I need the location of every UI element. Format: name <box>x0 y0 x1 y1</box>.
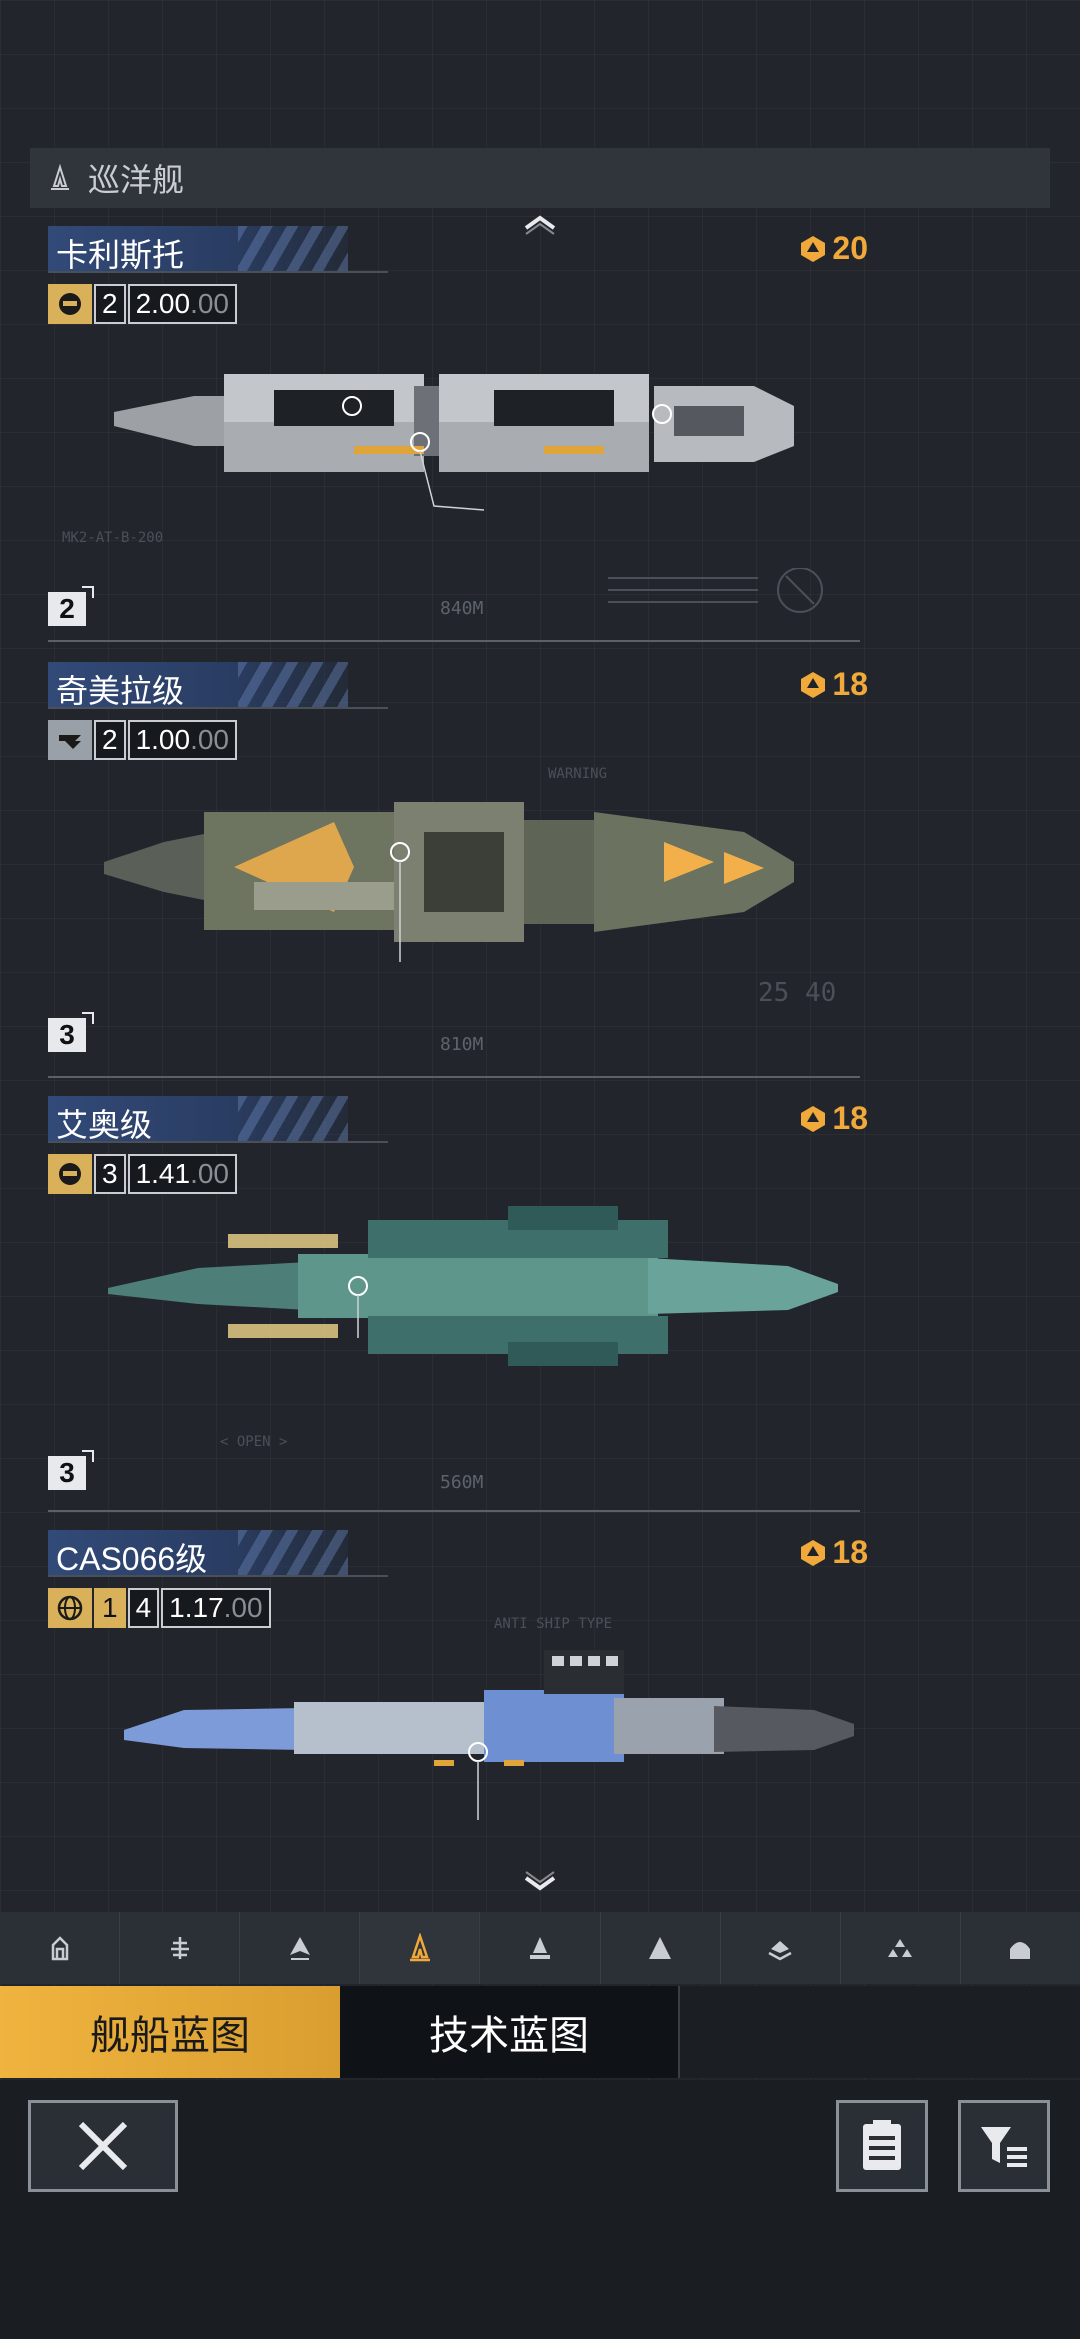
stat-value: 1.41.00 <box>127 1154 238 1194</box>
ship-class-tabs <box>0 1912 1080 1984</box>
ship-image <box>114 374 794 511</box>
filter-button[interactable] <box>958 2100 1050 2192</box>
destroyer-icon <box>170 1937 189 1959</box>
tab-cruiser[interactable] <box>360 1912 481 1984</box>
anti-ship-label: ANTI SHIP TYPE <box>494 1616 613 1632</box>
ship-stats: 2 2.00.00 <box>48 284 238 324</box>
command-point-icon <box>801 1539 826 1566</box>
blueprint-annotation: MK2-AT-B-200 <box>62 530 164 546</box>
ship-name: 卡利斯托 <box>56 237 185 273</box>
fleet-icon <box>888 1939 913 1957</box>
scale-label: 560M <box>440 1472 484 1493</box>
scale-label: 840M <box>440 598 484 619</box>
stat-level: 2 <box>94 720 126 760</box>
command-point-icon <box>801 671 826 698</box>
tab-corvette[interactable] <box>240 1912 361 1984</box>
cost-value: 18 <box>832 666 868 702</box>
warning-label: WARNING <box>548 766 608 782</box>
tab-battleship[interactable] <box>601 1912 721 1984</box>
tab-fleet[interactable] <box>841 1912 961 1984</box>
stat-value: 1.00.00 <box>127 720 238 760</box>
ship-card-io[interactable]: 艾奥级 18 3 1.41.00 < OPEN > 3 560M <box>48 1096 868 1516</box>
ship-card-cas066[interactable]: CAS066级 18 1 4 1.17.00 ANTI SHIP TYPE <box>48 1530 868 1900</box>
tab-ship-blueprint[interactable]: 舰船蓝图 <box>0 1986 340 2078</box>
ship-image <box>108 1206 838 1366</box>
blueprint-number: 25 40 <box>758 978 837 1008</box>
ship-card-chimera[interactable]: 奇美拉级 18 2 1.00.00 WARNING 25 40 3 810M <box>48 662 868 1082</box>
battleship-icon <box>649 1937 672 1959</box>
helmet-faction-icon <box>48 284 92 324</box>
stat-level: 2 <box>94 284 126 324</box>
frigate-icon <box>51 1936 68 1961</box>
ship-cost: 18 <box>798 1100 868 1137</box>
station-icon <box>1010 1942 1031 1959</box>
card-baseline <box>48 640 860 642</box>
ship-image <box>104 802 794 962</box>
clipboard-icon <box>863 2120 901 2170</box>
stat-value: 1.17.00 <box>161 1588 271 1628</box>
scroll-down-icon[interactable] <box>520 1870 560 1894</box>
close-button[interactable] <box>28 2100 178 2192</box>
battlecruiser-icon <box>529 1937 550 1959</box>
filter-icon <box>981 2127 1027 2167</box>
ship-cost: 18 <box>798 666 868 703</box>
open-label: < OPEN > <box>220 1434 288 1450</box>
ship-card-callisto[interactable]: 卡利斯托 20 2 2.00.00 MK2-AT-B-200 2 840M <box>48 226 868 646</box>
command-point-icon <box>801 235 826 262</box>
ship-name: CAS066级 <box>56 1541 208 1577</box>
card-baseline <box>48 1510 860 1512</box>
stat-level: 4 <box>127 1588 160 1628</box>
blueprint-tabs: 舰船蓝图 技术蓝图 <box>0 1986 1080 2078</box>
ship-image <box>124 1650 854 1820</box>
tab-station[interactable] <box>961 1912 1080 1984</box>
cost-value: 18 <box>832 1534 868 1570</box>
tab-frigate[interactable] <box>0 1912 121 1984</box>
globe-faction-icon <box>48 1588 92 1628</box>
bottom-action-bar <box>0 2080 1080 2339</box>
carrier-icon <box>768 1941 792 1961</box>
helmet-faction-icon <box>48 1154 92 1194</box>
cruiser-icon <box>409 1933 430 1962</box>
cost-value: 20 <box>832 230 868 266</box>
ship-stats: 1 4 1.17.00 <box>48 1588 271 1628</box>
section-header: 巡洋舰 <box>30 148 1050 208</box>
ship-cost: 20 <box>798 230 868 267</box>
command-point-icon <box>801 1105 826 1132</box>
tab-destroyer[interactable] <box>120 1912 241 1984</box>
tab-battlecruiser[interactable] <box>480 1912 601 1984</box>
scale-label: 810M <box>440 1034 484 1055</box>
wing-faction-icon <box>48 720 92 760</box>
section-title: 巡洋舰 <box>88 162 185 198</box>
card-baseline <box>48 1076 860 1078</box>
tier-badge: 3 <box>48 1450 94 1490</box>
tab-tech-blueprint[interactable]: 技术蓝图 <box>340 1986 680 2078</box>
clipboard-button[interactable] <box>836 2100 928 2192</box>
tier-badge: 2 <box>48 586 94 626</box>
stat-level: 3 <box>94 1154 126 1194</box>
stat-level-a: 1 <box>94 1588 126 1628</box>
stat-value: 2.00.00 <box>127 284 238 324</box>
blueprint-decoration <box>608 568 823 613</box>
ship-name: 奇美拉级 <box>56 673 185 709</box>
close-icon <box>78 2121 128 2171</box>
tier-badge: 3 <box>48 1012 94 1052</box>
ship-cost: 18 <box>798 1534 868 1571</box>
corvette-icon <box>289 1937 310 1960</box>
cruiser-class-icon <box>51 164 69 190</box>
tab-carrier[interactable] <box>721 1912 841 1984</box>
cost-value: 18 <box>832 1100 868 1136</box>
ship-name: 艾奥级 <box>56 1107 153 1143</box>
ship-stats: 3 1.41.00 <box>48 1154 238 1194</box>
ship-stats: 2 1.00.00 <box>48 720 238 760</box>
